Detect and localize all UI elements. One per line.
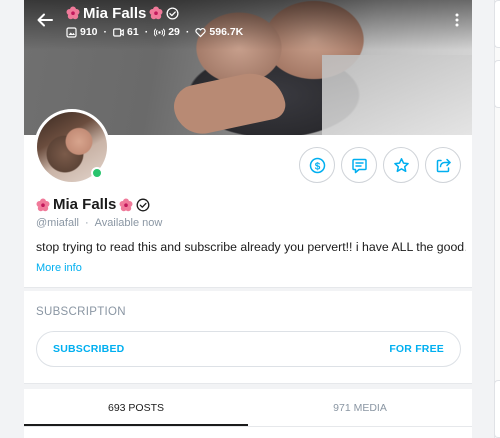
flower-icon xyxy=(149,6,163,20)
section-divider xyxy=(24,287,472,291)
username: @miafall xyxy=(36,217,79,229)
tab-posts[interactable]: 693 POSTS xyxy=(24,390,248,426)
subscribe-button[interactable]: SUBSCRIBED FOR FREE xyxy=(36,331,461,367)
streams-stat: 29 xyxy=(154,26,180,38)
video-icon xyxy=(113,27,124,37)
availability-status: Available now xyxy=(94,217,163,229)
favorite-button[interactable] xyxy=(383,147,419,183)
content-tabs: 693 POSTS 971 MEDIA xyxy=(24,390,472,426)
stream-icon xyxy=(154,27,166,37)
separator: · xyxy=(84,217,89,229)
star-icon xyxy=(393,157,409,172)
videos-count: 61 xyxy=(127,26,139,38)
flower-icon xyxy=(119,198,133,211)
kebab-menu-icon[interactable] xyxy=(454,12,460,28)
message-button[interactable] xyxy=(341,147,377,183)
back-arrow-icon[interactable] xyxy=(36,11,54,29)
likes-stat: 596.7K xyxy=(195,26,243,38)
share-icon xyxy=(436,158,451,172)
share-button[interactable] xyxy=(425,147,461,183)
heart-icon xyxy=(195,27,207,37)
photo-icon xyxy=(66,26,77,38)
flower-icon xyxy=(66,6,80,20)
tabs-divider xyxy=(24,426,472,427)
streams-count: 29 xyxy=(168,26,180,38)
verified-icon xyxy=(136,198,150,211)
verified-icon xyxy=(166,6,179,20)
profile-name-text: Mia Falls xyxy=(53,196,117,213)
subscription-status: SUBSCRIBED xyxy=(53,343,125,355)
dollar-icon: $ xyxy=(309,157,325,173)
svg-text:$: $ xyxy=(314,161,320,172)
message-icon xyxy=(351,158,367,173)
flower-icon xyxy=(36,198,50,211)
subscription-title: SUBSCRIPTION xyxy=(36,306,126,318)
profile-name: Mia Falls xyxy=(36,196,150,213)
photos-count: 910 xyxy=(80,26,98,38)
header-stats: 910 · 61 · 29 · 596.7K xyxy=(66,24,243,40)
photos-stat: 910 xyxy=(66,26,98,38)
header-title: Mia Falls 910 · 61 · 29 · 596.7K xyxy=(66,4,243,40)
online-indicator xyxy=(91,167,103,179)
more-info-link[interactable]: More info xyxy=(36,262,82,274)
adjacent-panel-edge xyxy=(494,0,500,438)
tip-button[interactable]: $ xyxy=(299,147,335,183)
header-name: Mia Falls xyxy=(83,4,147,22)
section-divider xyxy=(24,383,472,389)
tab-media[interactable]: 971 MEDIA xyxy=(248,390,472,426)
handle-row: @miafall · Available now xyxy=(36,217,162,229)
subscription-price: FOR FREE xyxy=(389,343,444,355)
bio-text: stop trying to read this and subscribe a… xyxy=(36,240,466,254)
profile-card: Mia Falls 910 · 61 · 29 · 596.7K $ Mia F… xyxy=(24,0,472,438)
videos-stat: 61 xyxy=(113,26,139,38)
likes-count: 596.7K xyxy=(209,26,244,38)
